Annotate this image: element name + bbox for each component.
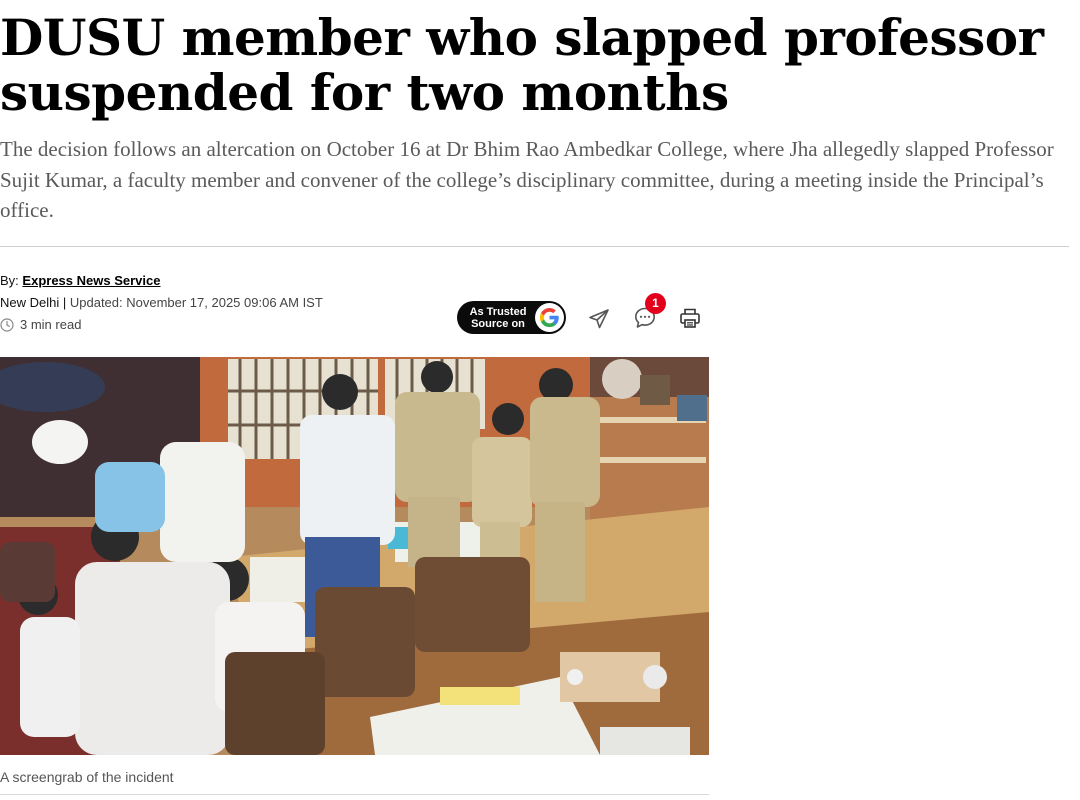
header-divider: [0, 246, 1069, 247]
clock-icon: [0, 318, 14, 332]
article-synopsis: The decision follows an altercation on O…: [0, 137, 1054, 222]
article-image: [0, 357, 709, 755]
send-icon: [589, 309, 609, 329]
byline: By: Express News Service: [0, 272, 160, 290]
read-time-label: 3 min read: [20, 317, 82, 332]
google-g-icon: [535, 303, 564, 332]
dateline-separator: |: [59, 295, 70, 310]
byline-prefix: By:: [0, 273, 19, 288]
dateline: New Delhi | Updated: November 17, 2025 0…: [0, 294, 323, 312]
caption-divider: [0, 794, 709, 795]
comment-count-badge: 1: [645, 293, 666, 314]
location-label: New Delhi: [0, 295, 60, 310]
share-button[interactable]: [587, 307, 611, 331]
printer-icon: [680, 308, 700, 328]
read-time: 3 min read: [0, 316, 81, 334]
trusted-source-google-button[interactable]: As Trusted Source on: [457, 301, 566, 334]
image-caption: A screengrab of the incident: [0, 769, 174, 785]
article-headline: DUSU member who slapped professor suspen…: [0, 8, 1044, 122]
updated-timestamp: Updated: November 17, 2025 09:06 AM IST: [69, 295, 323, 310]
author-link[interactable]: Express News Service: [22, 273, 160, 288]
trusted-source-label: As Trusted Source on: [469, 305, 527, 330]
print-button[interactable]: [678, 306, 702, 330]
